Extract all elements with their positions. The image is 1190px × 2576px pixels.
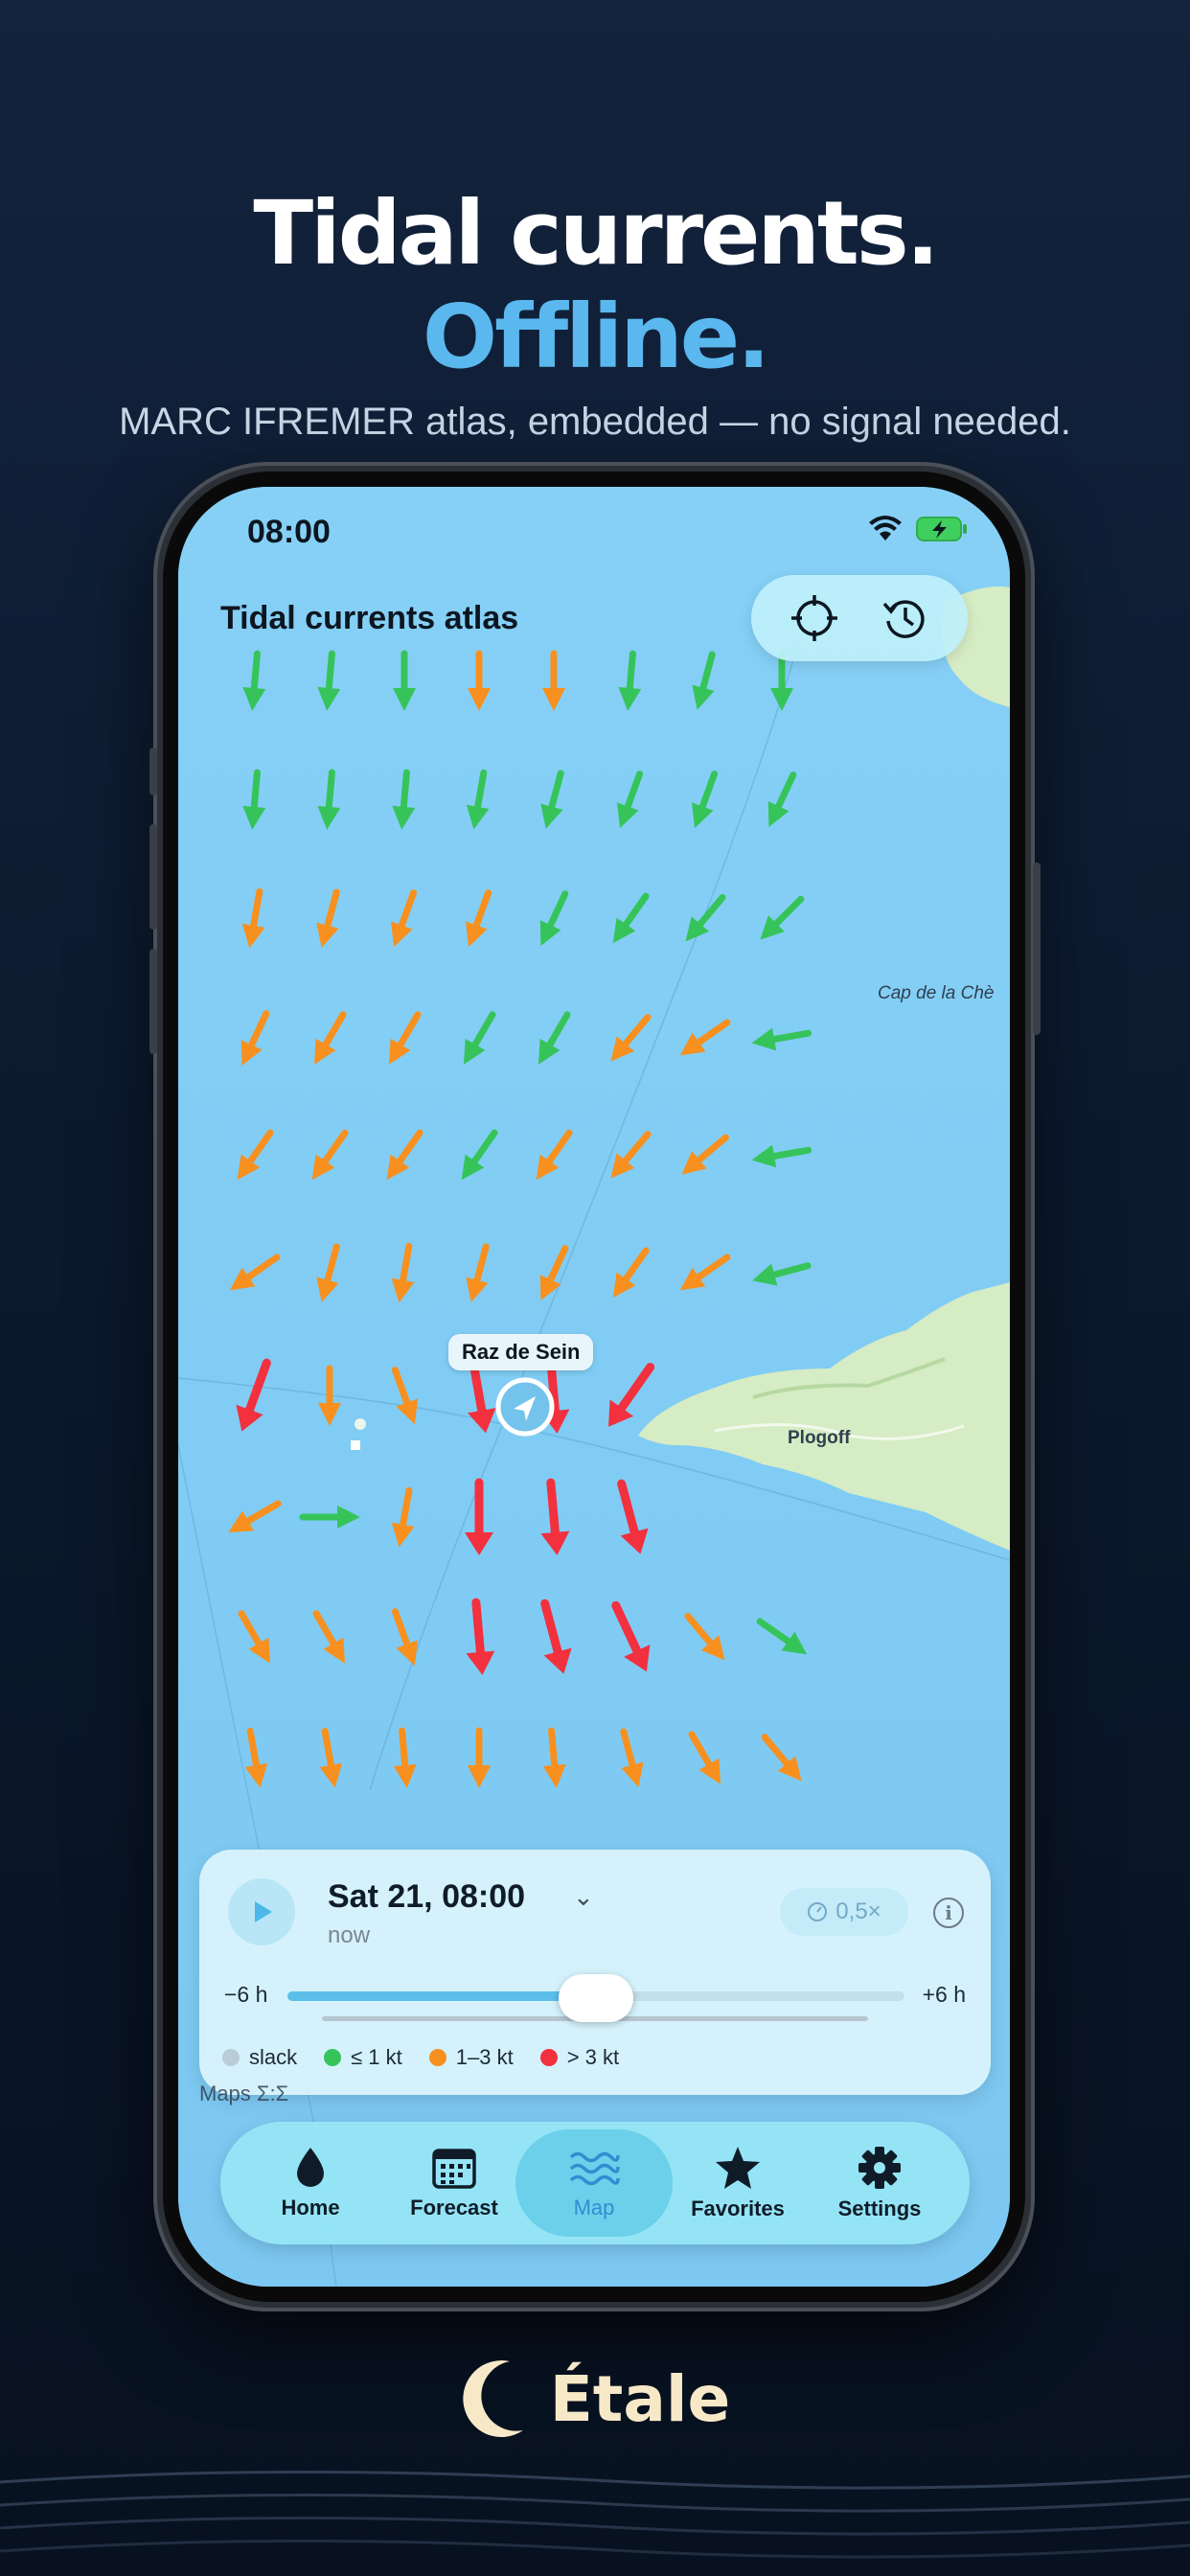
relative-time: now (328, 1922, 371, 1948)
brand-name: Étale (549, 2361, 731, 2436)
waves-icon (569, 2151, 620, 2186)
speed-label: 0,5× (835, 1898, 881, 1924)
headline-accent: Offline. (422, 286, 770, 388)
headline-title: Tidal currents. (253, 182, 939, 285)
legend-dot (222, 2049, 240, 2066)
maps-credit: Maps Σ:Σ (199, 2082, 289, 2105)
islet-marker (351, 1440, 360, 1450)
gear-icon (858, 2147, 901, 2189)
slider-max-label: +6 h (922, 1982, 966, 2007)
legend-item: 1–3 kt (428, 2045, 514, 2070)
play-button[interactable] (228, 1878, 295, 1945)
place-label-plogoff: Plogoff (788, 1428, 851, 1448)
legend-label: > 3 kt (566, 2045, 620, 2069)
pin-label[interactable]: Raz de Sein (448, 1334, 594, 1370)
legend-item: > 3 kt (539, 2045, 620, 2070)
tab-label: Favorites (691, 2196, 785, 2220)
locate-button[interactable] (784, 587, 845, 649)
phone-side-button (149, 824, 157, 930)
legend-item: ≤ 1 kt (324, 2045, 402, 2070)
legend-dot (428, 2049, 446, 2066)
date-selector[interactable]: Sat 21, 08:00 (328, 1878, 525, 1916)
legend-dot (324, 2049, 342, 2066)
tab-map[interactable]: Map (515, 2129, 673, 2237)
decorative-waves (0, 2470, 1190, 2559)
info-button[interactable]: i (933, 1898, 964, 1928)
star-icon (716, 2147, 760, 2189)
tab-label: Settings (837, 2196, 922, 2220)
drop-icon (297, 2148, 324, 2187)
wifi-icon (869, 516, 902, 540)
legend-label: ≤ 1 kt (351, 2045, 402, 2069)
gauge-icon (808, 1902, 828, 1921)
tab-label: Home (281, 2196, 340, 2220)
tab-favorites[interactable]: Favorites (659, 2129, 816, 2237)
speed-legend: slack ≤ 1 kt 1–3 kt > 3 kt (222, 2045, 619, 2070)
history-button[interactable] (875, 587, 936, 649)
place-label-cap: Cap de la Chè (878, 983, 995, 1003)
battery-icon (916, 517, 967, 541)
legend-label: 1–3 kt (455, 2045, 514, 2069)
slider-min-label: −6 h (224, 1982, 268, 2007)
map-title: Tidal currents atlas (220, 600, 519, 636)
phone-side-button (1033, 862, 1041, 1035)
tab-label: Forecast (410, 2196, 498, 2220)
history-icon (882, 600, 925, 638)
slider-fill (287, 1991, 596, 2001)
speed-button[interactable]: 0,5× (780, 1888, 908, 1936)
phone-side-button (149, 748, 157, 795)
status-icons (868, 516, 968, 542)
legend-item: slack (222, 2045, 297, 2070)
tab-settings[interactable]: Settings (801, 2129, 958, 2237)
tab-bar: Home Forecast Map Favorites Settings (220, 2122, 970, 2244)
chevron-down-icon[interactable]: ⌄ (573, 1882, 594, 1912)
phone-screen: 08:00 Tidal currents atlas Raz de Sein C… (178, 487, 1010, 2287)
islet (355, 1418, 366, 1430)
slider-thumb[interactable] (559, 1974, 633, 2022)
headline: Tidal currents. Offline. (0, 182, 1190, 389)
calendar-icon (432, 2149, 476, 2189)
crosshair-icon (790, 595, 837, 641)
brand: Étale (0, 2358, 1190, 2440)
legend-dot (539, 2049, 558, 2066)
promo-subtitle: MARC IFREMER atlas, embedded — no signal… (119, 401, 1071, 443)
status-time: 08:00 (247, 514, 331, 550)
phone-side-button (149, 949, 157, 1054)
legend-label: slack (249, 2045, 298, 2069)
tab-forecast[interactable]: Forecast (376, 2129, 533, 2237)
tab-label: Map (573, 2196, 615, 2220)
map-tools (751, 575, 968, 661)
play-icon (255, 1901, 272, 1922)
time-panel: Sat 21, 08:00 ⌄ now 0,5× i −6 h +6 h sla… (199, 1850, 991, 2095)
moon-icon (463, 2360, 523, 2438)
tab-home[interactable]: Home (232, 2129, 389, 2237)
